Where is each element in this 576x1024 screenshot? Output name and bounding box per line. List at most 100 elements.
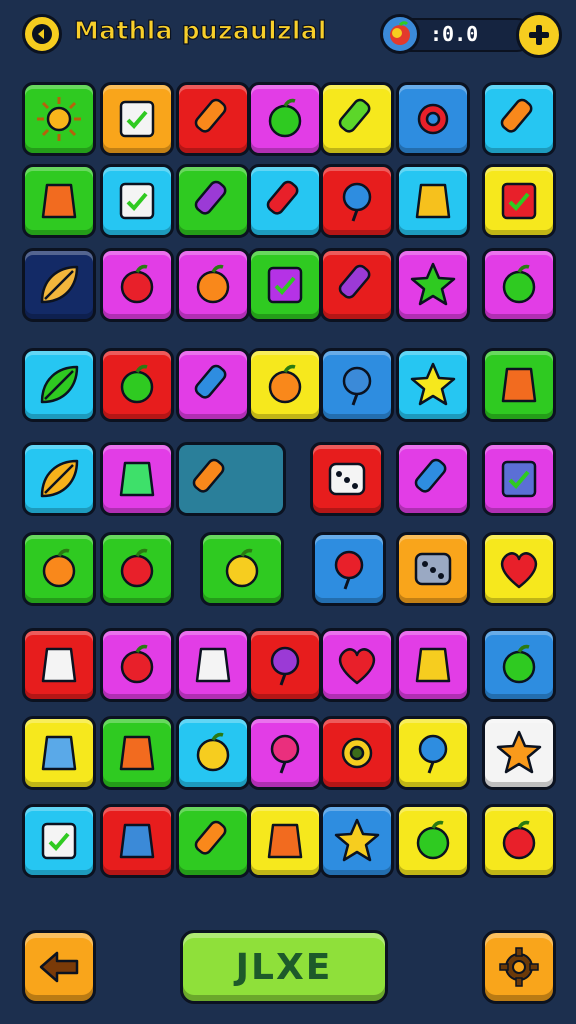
game-tile[interactable] (396, 348, 470, 422)
game-tile[interactable] (482, 532, 556, 606)
wide-crayon-icon (185, 453, 237, 505)
game-tile[interactable] (200, 532, 284, 606)
game-tile[interactable] (482, 442, 556, 516)
game-tile[interactable] (310, 442, 384, 516)
game-tile[interactable] (482, 804, 556, 878)
game-tile[interactable] (396, 82, 470, 156)
settings-button[interactable] (482, 930, 556, 1004)
game-tile[interactable] (396, 804, 470, 878)
game-tile[interactable] (248, 82, 322, 156)
crayon-icon (407, 453, 459, 505)
game-tile[interactable] (176, 804, 250, 878)
bucket-icon (493, 359, 545, 411)
game-tile[interactable] (176, 442, 286, 516)
cherries-icon (111, 543, 163, 595)
top-bar: Mathla puzaulzlal :0.0 (0, 0, 576, 72)
game-tile[interactable] (396, 532, 470, 606)
refresh-ring-icon (331, 175, 383, 227)
game-tile[interactable] (482, 248, 556, 322)
game-tile[interactable] (176, 716, 250, 790)
checklist-card-icon (111, 93, 163, 145)
game-tile[interactable] (100, 442, 174, 516)
game-tile[interactable] (312, 532, 386, 606)
game-tile[interactable] (320, 164, 394, 238)
game-tile[interactable] (396, 164, 470, 238)
balloon-icon (331, 359, 383, 411)
red-apple-icon (493, 815, 545, 867)
game-tile[interactable] (176, 248, 250, 322)
game-tile[interactable] (22, 248, 96, 322)
berries-icon (111, 639, 163, 691)
game-tile[interactable] (100, 804, 174, 878)
pencil-icon (259, 175, 311, 227)
game-tile[interactable] (22, 164, 96, 238)
game-tile[interactable] (22, 804, 96, 878)
back-button[interactable] (22, 14, 62, 54)
game-tile[interactable] (320, 348, 394, 422)
apple-icon (259, 93, 311, 145)
grape-icon (331, 259, 383, 311)
pear-icon (187, 727, 239, 779)
spinning-top-icon (33, 175, 85, 227)
pink-balloon-icon (259, 727, 311, 779)
undo-button[interactable] (22, 930, 96, 1004)
game-tile[interactable] (396, 442, 470, 516)
game-tile[interactable] (248, 804, 322, 878)
game-tile[interactable] (100, 348, 174, 422)
picture-frame-icon (493, 453, 545, 505)
game-tile[interactable] (396, 716, 470, 790)
heart-icon (331, 639, 383, 691)
game-tile[interactable] (100, 164, 174, 238)
blueberry-icon (111, 259, 163, 311)
game-tile[interactable] (100, 628, 174, 702)
crayon-icon (187, 359, 239, 411)
firework-icon (407, 639, 459, 691)
ice-cream-cone-icon (187, 93, 239, 145)
main-action-button[interactable]: JLXE (180, 930, 388, 1004)
game-tile[interactable] (482, 348, 556, 422)
player-avatar[interactable] (380, 14, 420, 54)
game-tile[interactable] (248, 716, 322, 790)
game-tile[interactable] (176, 628, 250, 702)
game-tile[interactable] (100, 532, 174, 606)
game-tile[interactable] (320, 716, 394, 790)
game-tile[interactable] (482, 628, 556, 702)
game-tile[interactable] (100, 248, 174, 322)
game-tile[interactable] (100, 82, 174, 156)
game-tile[interactable] (22, 82, 96, 156)
game-tile[interactable] (22, 628, 96, 702)
game-tile[interactable] (396, 248, 470, 322)
game-tile[interactable] (176, 164, 250, 238)
pumpkin-icon (259, 359, 311, 411)
game-tile[interactable] (320, 248, 394, 322)
game-tile[interactable] (248, 348, 322, 422)
game-tile[interactable] (22, 716, 96, 790)
add-coins-button[interactable] (516, 12, 562, 58)
green-apple-icon (493, 639, 545, 691)
game-tile[interactable] (100, 716, 174, 790)
game-tile[interactable] (320, 628, 394, 702)
game-tile[interactable] (482, 716, 556, 790)
autumn-leaf-icon (33, 453, 85, 505)
smiley-fruit-icon (187, 259, 239, 311)
eggplant-icon (187, 175, 239, 227)
lemon-icon (216, 543, 268, 595)
game-tile[interactable] (176, 348, 250, 422)
back-arrow-icon (32, 24, 52, 44)
game-tile[interactable] (482, 164, 556, 238)
dice-icon (321, 453, 373, 505)
game-tile[interactable] (248, 628, 322, 702)
game-tile[interactable] (176, 82, 250, 156)
game-tile[interactable] (22, 532, 96, 606)
tower-icon (259, 815, 311, 867)
game-tile[interactable] (320, 804, 394, 878)
bone-icon (187, 815, 239, 867)
skull-icon (33, 639, 85, 691)
game-tile[interactable] (248, 248, 322, 322)
game-tile[interactable] (248, 164, 322, 238)
game-tile[interactable] (320, 82, 394, 156)
game-tile[interactable] (22, 442, 96, 516)
game-tile[interactable] (482, 82, 556, 156)
game-tile[interactable] (22, 348, 96, 422)
game-tile[interactable] (396, 628, 470, 702)
